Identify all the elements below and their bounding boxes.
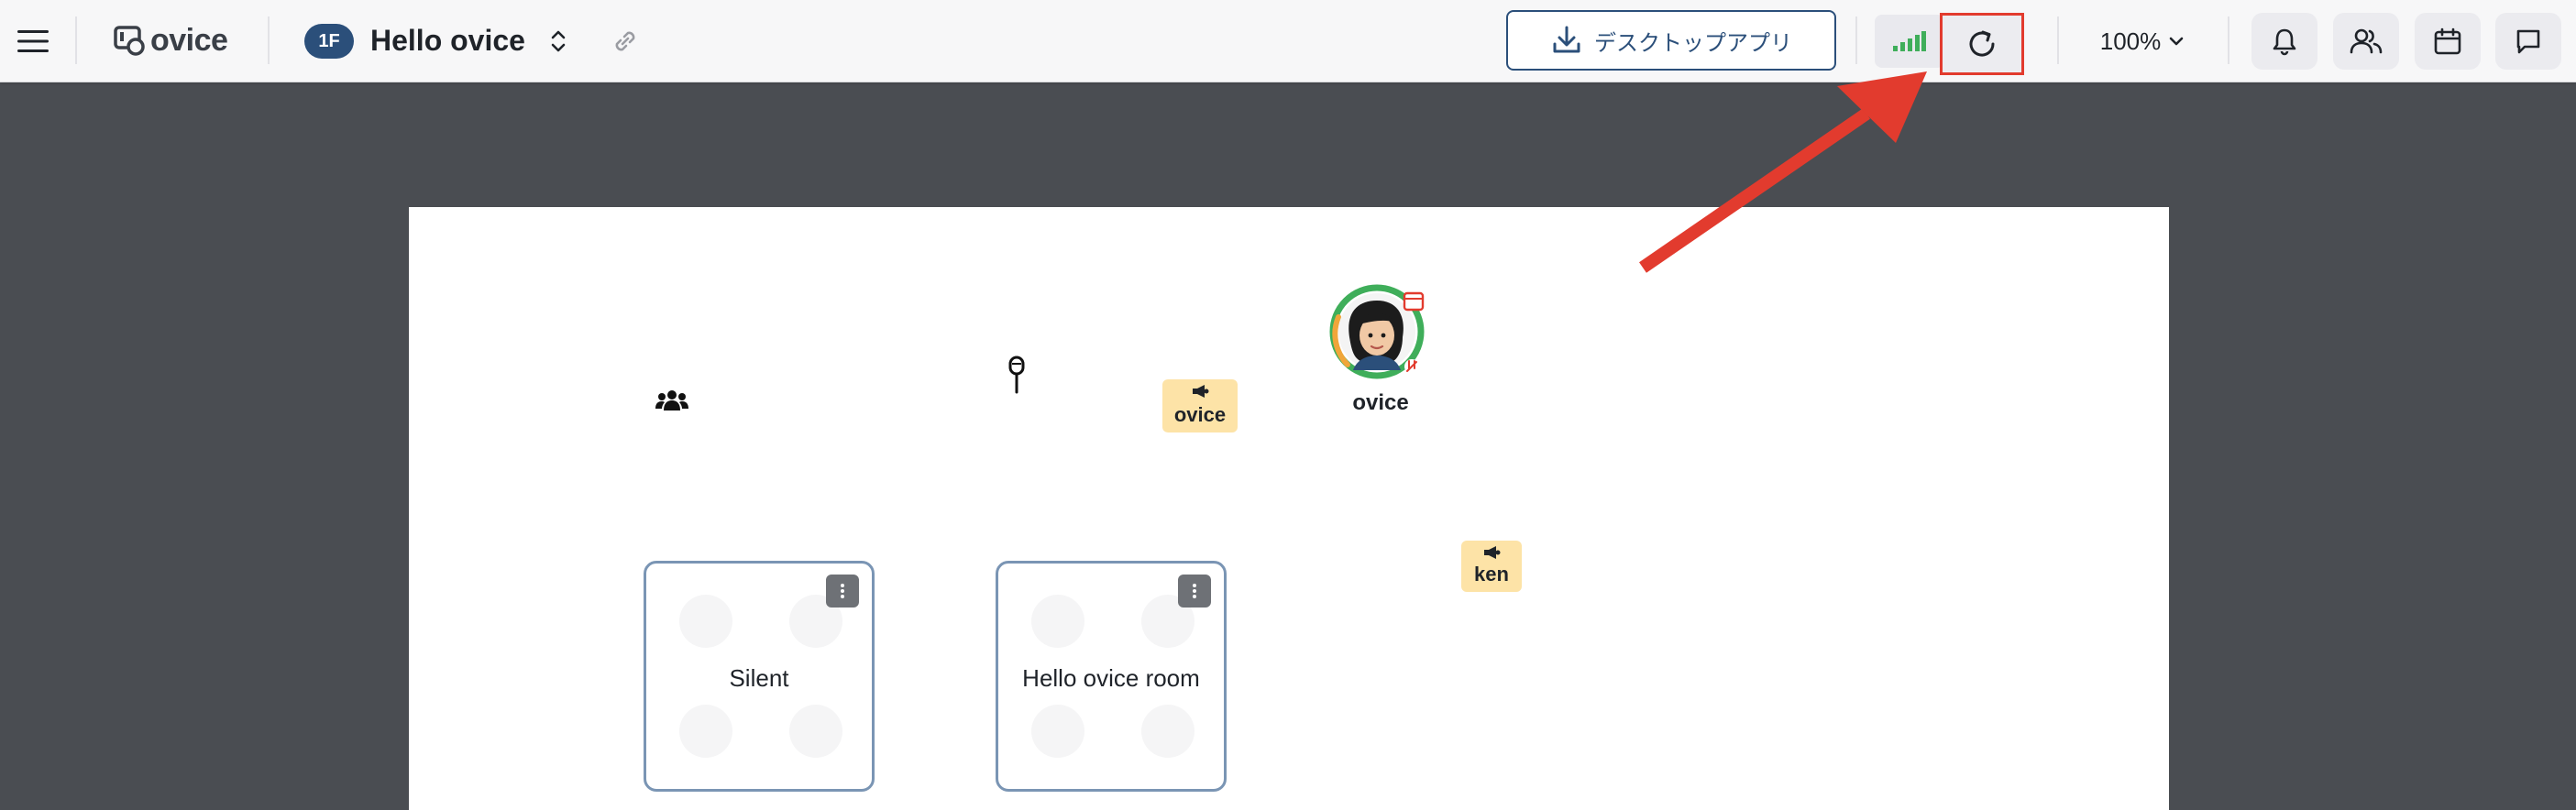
link-icon: [615, 31, 635, 51]
notifications-button[interactable]: [2251, 13, 2317, 70]
calendar-icon: [2434, 27, 2461, 55]
divider: [2057, 16, 2059, 64]
room-hello-ovice[interactable]: Hello ovice room: [996, 561, 1227, 792]
seat[interactable]: [789, 705, 842, 758]
bell-icon: [2273, 28, 2296, 56]
seat[interactable]: [1031, 705, 1084, 758]
megaphone-icon: [1193, 385, 1209, 398]
microphone-icon: [1008, 356, 1025, 394]
download-icon: [1553, 26, 1580, 53]
divider: [75, 16, 77, 64]
room-menu-button[interactable]: [826, 575, 859, 608]
speaker-tag-ken[interactable]: ken: [1461, 541, 1522, 592]
ovice-logo-icon: [114, 26, 145, 56]
desktop-app-button[interactable]: デスクトップアプリ: [1506, 10, 1836, 71]
chat-button[interactable]: [2495, 13, 2561, 70]
signal-strength-icon: [1893, 31, 1926, 51]
space-switch-button[interactable]: [541, 24, 576, 59]
space-title[interactable]: Hello ovice: [370, 20, 525, 60]
room-silent[interactable]: Silent: [644, 561, 875, 792]
reload-button[interactable]: [1940, 13, 2024, 75]
seat[interactable]: [1031, 595, 1084, 648]
copy-link-button[interactable]: [605, 22, 645, 60]
floor-badge[interactable]: 1F: [304, 24, 354, 59]
room-label: Hello ovice room: [1022, 664, 1200, 692]
more-vertical-icon: [1193, 584, 1196, 598]
seat[interactable]: [1141, 705, 1194, 758]
participant-avatar[interactable]: [1326, 280, 1436, 390]
calendar-button[interactable]: [2415, 13, 2481, 70]
menu-button[interactable]: [11, 20, 55, 62]
top-bar: ovice 1F Hello ovice デスクトップアプリ 100%: [0, 0, 2576, 82]
zoom-value: 100%: [2099, 27, 2162, 55]
more-vertical-icon: [841, 584, 844, 598]
desktop-app-label: デスクトップアプリ: [1594, 30, 1792, 56]
room-menu-button[interactable]: [1178, 575, 1211, 608]
chevron-down-icon: [2169, 37, 2184, 46]
microphone-object[interactable]: [1007, 356, 1027, 399]
divider: [2228, 16, 2229, 64]
members-button[interactable]: [2333, 13, 2399, 70]
chevron-up-down-icon: [551, 30, 566, 52]
participant-name: ovice: [1352, 390, 1409, 415]
speaker-tag-label: ken: [1474, 563, 1509, 586]
room-label: Silent: [729, 664, 789, 692]
logo-text: ovice: [150, 22, 228, 58]
seat[interactable]: [679, 705, 732, 758]
hamburger-icon: [17, 30, 49, 52]
user-avatar-icon: [1329, 284, 1425, 379]
divider: [1855, 16, 1857, 64]
connection-status-button[interactable]: [1875, 15, 1944, 68]
chat-icon: [2516, 29, 2540, 54]
group-icon[interactable]: [655, 389, 689, 419]
space-canvas[interactable]: ovice ovice ken Silent Hello ovice room: [409, 207, 2169, 810]
megaphone-icon: [1484, 546, 1501, 559]
group-people-icon: [655, 390, 688, 410]
zoom-dropdown[interactable]: 100%: [2083, 16, 2202, 66]
speaker-tag-label: ovice: [1173, 403, 1227, 426]
users-icon: [2350, 28, 2383, 54]
seat[interactable]: [679, 595, 732, 648]
reload-icon: [1969, 30, 1995, 57]
divider: [268, 16, 270, 64]
ovice-logo[interactable]: ovice: [114, 18, 228, 62]
speaker-tag-ovice[interactable]: ovice: [1162, 379, 1238, 432]
